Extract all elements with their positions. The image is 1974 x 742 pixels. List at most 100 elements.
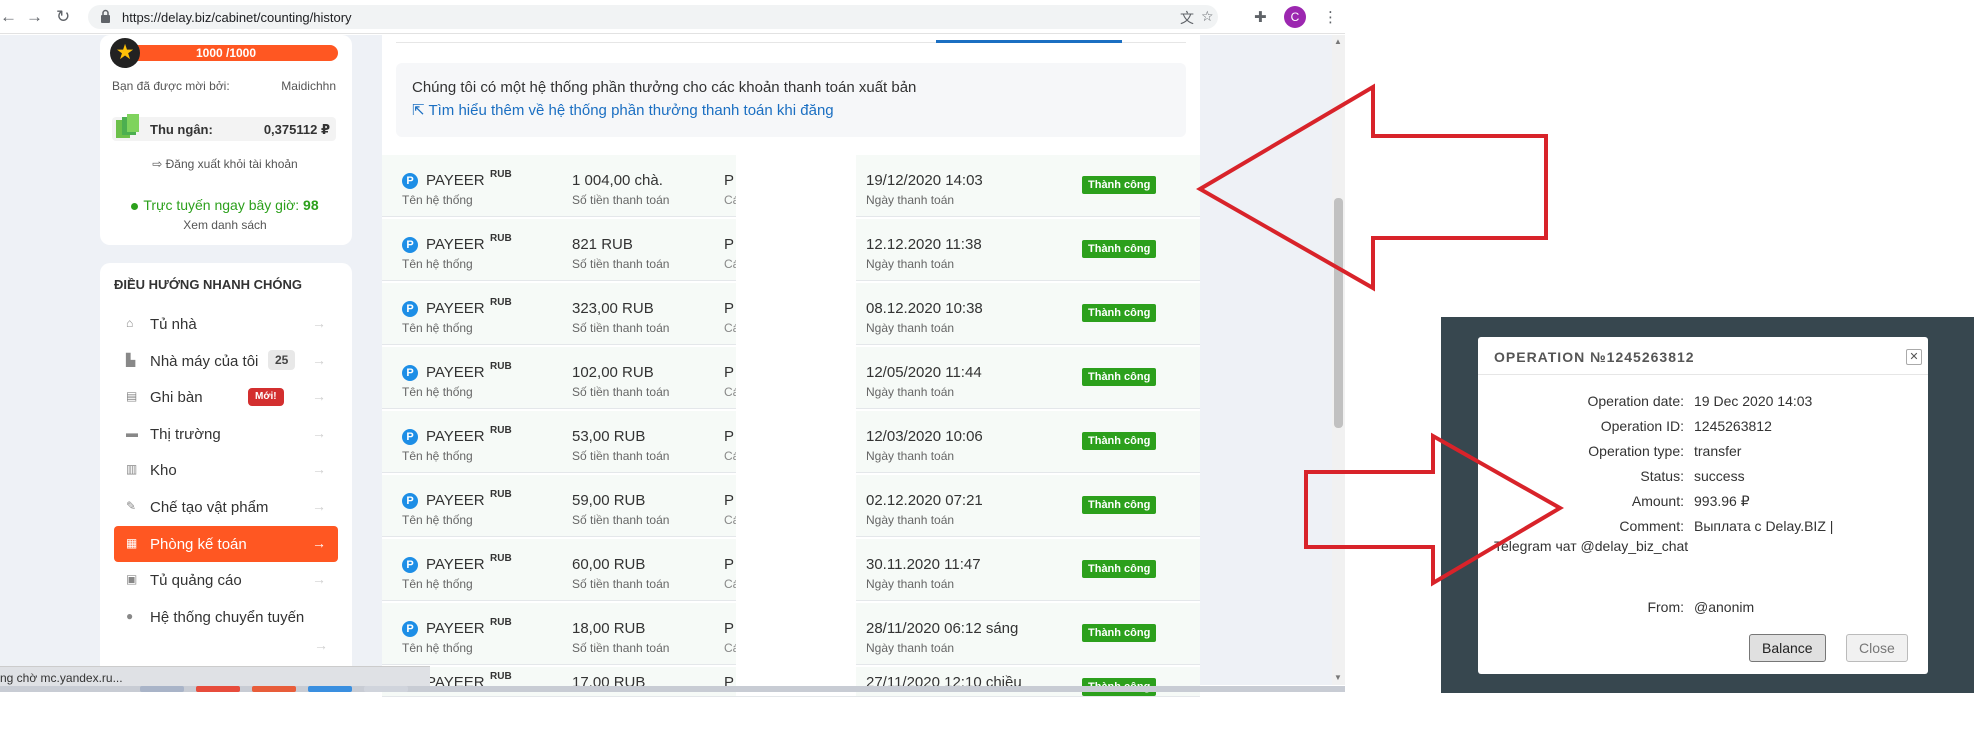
nav-item-referral[interactable]: ● Hệ thống chuyển tuyến bbox=[114, 599, 338, 635]
reward-info-box: Chúng tôi có một hệ thống phần thưởng ch… bbox=[396, 63, 1186, 137]
view-list-link[interactable]: Xem danh sách bbox=[100, 218, 350, 232]
taskbar-app-button[interactable] bbox=[308, 686, 352, 692]
forward-icon[interactable]: → bbox=[26, 7, 43, 27]
payment-date: 12.12.2020 11:38 bbox=[866, 236, 982, 253]
reward-info-link[interactable]: ⇱ Tìm hiểu thêm về hệ thống phần thưởng … bbox=[412, 101, 834, 119]
star-icon: ★ bbox=[110, 38, 140, 68]
amount-sublabel: Số tiền thanh toán bbox=[572, 641, 670, 655]
page-scrollbar[interactable]: ▲ ▼ bbox=[1332, 35, 1345, 685]
payment-system: PAYEER bbox=[426, 172, 485, 189]
scroll-down-icon[interactable]: ▼ bbox=[1334, 673, 1342, 682]
translate-icon[interactable]: 文 bbox=[1180, 8, 1194, 28]
logout-link[interactable]: ⇨ Đăng xuất khỏi tài khoản bbox=[100, 157, 350, 171]
table-row[interactable]: P PAYEER RUB 17,00 RUB P 27/11/2020 12:1… bbox=[382, 667, 1200, 697]
close-icon[interactable]: ✕ bbox=[1906, 349, 1922, 365]
payment-date: 02.12.2020 07:21 bbox=[866, 492, 983, 509]
payment-amount: 18,00 RUB bbox=[572, 620, 646, 637]
table-row[interactable]: P PAYEER RUB Tên hệ thống 59,00 RUB Số t… bbox=[382, 475, 1200, 537]
table-row[interactable]: P PAYEER RUB Tên hệ thống 53,00 RUB Số t… bbox=[382, 411, 1200, 473]
taskbar-app-button[interactable] bbox=[140, 686, 184, 692]
nav-item-label: Kho bbox=[150, 462, 177, 479]
table-row[interactable]: P PAYEER RUB Tên hệ thống 323,00 RUB Số … bbox=[382, 283, 1200, 345]
quick-nav-title: ĐIỀU HƯỚNG NHANH CHÓNG bbox=[114, 277, 302, 292]
status-badge: Thành công bbox=[1082, 432, 1157, 450]
balance-button[interactable]: Balance bbox=[1749, 634, 1826, 662]
user-icon: ● bbox=[126, 609, 134, 623]
currency: RUB bbox=[490, 169, 512, 180]
invited-value[interactable]: Maidichhn bbox=[281, 79, 336, 93]
table-row[interactable]: P PAYEER RUB Tên hệ thống 821 RUB Số tiề… bbox=[382, 219, 1200, 281]
nav-item-ads[interactable]: ▣ Tủ quảng cáo → bbox=[114, 562, 338, 598]
amount-sublabel: Số tiền thanh toán bbox=[572, 193, 670, 207]
covered-column bbox=[736, 155, 856, 217]
nav-item-label: Tủ nhà bbox=[150, 316, 197, 333]
column-p: P bbox=[724, 492, 735, 509]
nav-item-scoring[interactable]: ▤ Ghi bàn Mới! → bbox=[114, 379, 338, 415]
taskbar-app-button[interactable] bbox=[196, 686, 240, 692]
taskbar-app-button[interactable] bbox=[252, 686, 296, 692]
logout-icon: ⇨ bbox=[152, 157, 166, 171]
reload-icon[interactable]: ↻ bbox=[56, 7, 70, 27]
nav-item-crafting[interactable]: ✎ Chế tạo vật phẩm → bbox=[114, 489, 338, 525]
scrollbar-thumb[interactable] bbox=[1334, 198, 1343, 428]
system-sublabel: Tên hệ thống bbox=[402, 641, 473, 655]
field-value: @anonim bbox=[1694, 599, 1755, 615]
covered-column bbox=[736, 411, 856, 473]
table-row[interactable]: P PAYEER RUB Tên hệ thống 1 004,00 chà. … bbox=[382, 155, 1200, 217]
arrow-right-icon: → bbox=[314, 637, 328, 653]
arrow-right-icon: → bbox=[312, 425, 326, 441]
nav-item-warehouse[interactable]: ▥ Kho → bbox=[114, 452, 338, 488]
taskbar-app-button[interactable] bbox=[364, 686, 408, 692]
close-button[interactable]: Close bbox=[1846, 634, 1908, 662]
nav-item-factory[interactable]: ▙ Nhà máy của tôi 25 → bbox=[114, 343, 338, 379]
bookmark-star-icon[interactable]: ☆ bbox=[1201, 8, 1214, 25]
date-sublabel: Ngày thanh toán bbox=[866, 641, 955, 655]
invited-by-row: Bạn đã được mời bởi: Maidichhn bbox=[112, 79, 336, 93]
payeer-icon: P bbox=[402, 493, 418, 509]
nav-item-label: Thị trường bbox=[150, 426, 221, 443]
covered-column bbox=[736, 539, 856, 601]
date-sublabel: Ngày thanh toán bbox=[866, 577, 955, 591]
system-sublabel: Tên hệ thống bbox=[402, 577, 473, 591]
browser-toolbar: ← → ↻ https://delay.biz/cabinet/counting… bbox=[0, 0, 1345, 34]
external-link-icon: ⇱ bbox=[412, 102, 429, 119]
arrow-right-icon: → bbox=[312, 315, 326, 331]
payeer-icon: P bbox=[402, 301, 418, 317]
wrench-icon: ✎ bbox=[126, 499, 137, 513]
ad-icon: ▣ bbox=[126, 572, 138, 586]
system-sublabel: Tên hệ thống bbox=[402, 321, 473, 335]
nav-item-market[interactable]: ▬ Thị trường → bbox=[114, 416, 338, 452]
menu-kebab-icon[interactable]: ⋮ bbox=[1323, 8, 1338, 26]
accounting-icon: ▦ bbox=[126, 536, 138, 550]
currency: RUB bbox=[490, 553, 512, 564]
payment-system: PAYEER bbox=[426, 300, 485, 317]
online-count: 98 bbox=[303, 197, 319, 213]
printer-icon: ▤ bbox=[126, 389, 138, 403]
status-badge: Thành công bbox=[1082, 496, 1157, 514]
scroll-up-icon[interactable]: ▲ bbox=[1334, 37, 1342, 46]
new-badge: Mới! bbox=[248, 388, 284, 406]
nav-item-home[interactable]: ⌂ Tủ nhà → bbox=[114, 306, 338, 342]
extensions-icon[interactable]: ✚ bbox=[1254, 8, 1267, 26]
amount-sublabel: Số tiền thanh toán bbox=[572, 257, 670, 271]
payeer-icon: P bbox=[402, 429, 418, 445]
profile-avatar[interactable]: C bbox=[1284, 6, 1306, 28]
table-row[interactable]: P PAYEER RUB Tên hệ thống 18,00 RUB Số t… bbox=[382, 603, 1200, 665]
nav-item-label: Hệ thống chuyển tuyến bbox=[150, 609, 305, 626]
nav-item-accounting[interactable]: ▦ Phòng kế toán → bbox=[114, 526, 338, 562]
payment-system: PAYEER bbox=[426, 492, 485, 509]
address-bar[interactable]: https://delay.biz/cabinet/counting/histo… bbox=[88, 5, 1218, 29]
field-value: 1245263812 bbox=[1694, 418, 1772, 434]
back-icon[interactable]: ← bbox=[0, 7, 17, 27]
amount-sublabel: Số tiền thanh toán bbox=[572, 321, 670, 335]
operation-dialog: OPERATION №1245263812 ✕ Operation date: … bbox=[1478, 337, 1928, 674]
table-row[interactable]: P PAYEER RUB Tên hệ thống 102,00 RUB Số … bbox=[382, 347, 1200, 409]
date-sublabel: Ngày thanh toán bbox=[866, 385, 955, 399]
dialog-title: OPERATION №1245263812 bbox=[1494, 349, 1695, 365]
factory-icon: ▙ bbox=[126, 353, 136, 367]
field-label: Operation ID: bbox=[1600, 418, 1684, 434]
status-badge: Thành công bbox=[1082, 176, 1157, 194]
status-badge: Thành công bbox=[1082, 240, 1157, 258]
table-row[interactable]: P PAYEER RUB Tên hệ thống 60,00 RUB Số t… bbox=[382, 539, 1200, 601]
payment-system: PAYEER bbox=[426, 428, 485, 445]
